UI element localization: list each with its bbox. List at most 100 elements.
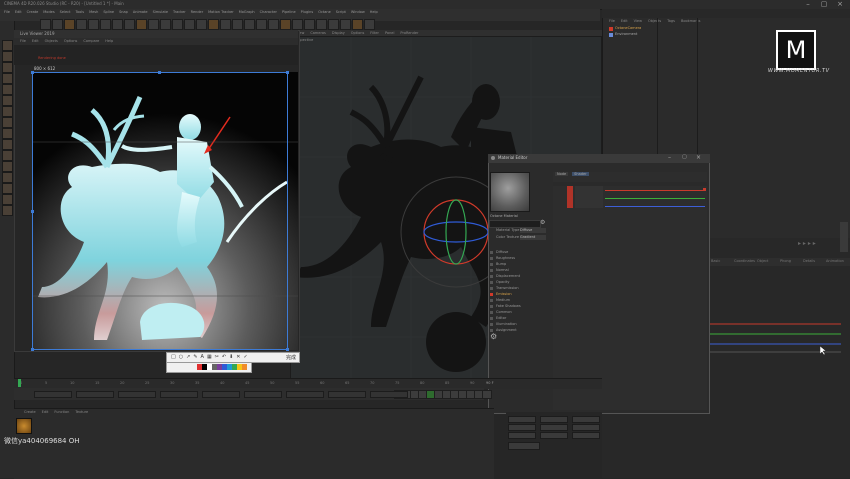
keyframe-tag[interactable] bbox=[76, 391, 114, 398]
close-button[interactable]: × bbox=[832, 0, 848, 9]
channel-item[interactable]: Roughness bbox=[496, 256, 515, 260]
material-preview[interactable] bbox=[490, 172, 530, 212]
toolbar-button[interactable] bbox=[100, 19, 111, 30]
keyframe-tag[interactable] bbox=[286, 391, 324, 398]
toolbar-button[interactable] bbox=[268, 19, 279, 30]
render-menu-item[interactable]: Objects bbox=[45, 39, 58, 43]
render-menu-item[interactable]: File bbox=[20, 39, 26, 43]
om-menu-item[interactable]: File bbox=[609, 19, 615, 23]
screenshot-tool-icon[interactable]: ✎ bbox=[193, 354, 197, 360]
channel-checkbox[interactable] bbox=[490, 317, 493, 320]
screenshot-tool-icon[interactable]: A bbox=[201, 354, 204, 360]
viewport-menu-item[interactable]: ProRender bbox=[400, 31, 418, 35]
toolbar-button[interactable] bbox=[160, 19, 171, 30]
selection-box[interactable] bbox=[32, 72, 288, 350]
minimize-button[interactable]: – bbox=[800, 0, 816, 9]
toolbar-button[interactable] bbox=[316, 19, 327, 30]
channel-item[interactable]: Displacement bbox=[496, 274, 520, 278]
menu-item[interactable]: Octane bbox=[318, 10, 331, 14]
done-button[interactable]: 完成 bbox=[286, 354, 296, 361]
menu-item[interactable]: Script bbox=[336, 10, 346, 14]
render-menu-item[interactable]: Compare bbox=[83, 39, 99, 43]
scrollbar[interactable] bbox=[840, 222, 848, 252]
side-tool-button[interactable] bbox=[2, 161, 13, 172]
material-name-field[interactable] bbox=[489, 220, 541, 228]
menu-item[interactable]: Mesh bbox=[89, 10, 98, 14]
color-swatch[interactable] bbox=[242, 364, 247, 370]
side-tool-button[interactable] bbox=[2, 51, 13, 62]
menu-item[interactable]: Help bbox=[370, 10, 378, 14]
menu-item[interactable]: Render bbox=[191, 10, 203, 14]
screenshot-tool-icon[interactable]: ○ bbox=[179, 354, 183, 360]
toolbar-button[interactable] bbox=[232, 19, 243, 30]
channel-checkbox[interactable] bbox=[490, 299, 493, 302]
menu-item[interactable]: Simulate bbox=[153, 10, 168, 14]
channel-checkbox[interactable] bbox=[490, 293, 493, 296]
maximize-icon[interactable]: ▢ bbox=[682, 154, 687, 160]
coordinate-field[interactable] bbox=[572, 424, 600, 431]
keyframe-tag[interactable] bbox=[370, 391, 408, 398]
channel-item[interactable]: Fake Shadows bbox=[496, 304, 521, 308]
keyframe-tag[interactable] bbox=[328, 391, 366, 398]
toolbar-button[interactable] bbox=[172, 19, 183, 30]
toolbar-button[interactable] bbox=[184, 19, 195, 30]
toolbar-button[interactable] bbox=[40, 19, 51, 30]
attribute-tab[interactable]: Details bbox=[803, 259, 815, 263]
selection-handle[interactable] bbox=[158, 71, 161, 74]
coordinate-field[interactable] bbox=[540, 416, 568, 423]
channel-checkbox[interactable] bbox=[490, 269, 493, 272]
render-menu-item[interactable]: Edit bbox=[32, 39, 39, 43]
menu-item[interactable]: Spline bbox=[103, 10, 114, 14]
screenshot-tool-icon[interactable]: ⬇ bbox=[229, 354, 233, 360]
field-value[interactable]: Diffuse bbox=[520, 228, 546, 233]
side-tool-button[interactable] bbox=[2, 194, 13, 205]
render-menu-item[interactable]: Help bbox=[105, 39, 113, 43]
channel-checkbox[interactable] bbox=[490, 275, 493, 278]
channel-item[interactable]: Normal bbox=[496, 268, 509, 272]
screenshot-tool-icon[interactable]: ✓ bbox=[243, 354, 247, 360]
channel-item[interactable]: Editor bbox=[496, 316, 506, 320]
toolbar-button[interactable] bbox=[196, 19, 207, 30]
side-tool-button[interactable] bbox=[2, 106, 13, 117]
toolbar-button[interactable] bbox=[52, 19, 63, 30]
side-tool-button[interactable] bbox=[2, 117, 13, 128]
toolbar-button[interactable] bbox=[304, 19, 315, 30]
editor-tab[interactable]: Shader bbox=[572, 172, 589, 176]
menu-item[interactable]: Tools bbox=[75, 10, 84, 14]
coordinate-field[interactable] bbox=[572, 416, 600, 423]
gear-icon[interactable]: ⚙ bbox=[540, 220, 546, 226]
channel-checkbox[interactable] bbox=[490, 323, 493, 326]
apply-button[interactable] bbox=[508, 442, 540, 450]
channel-checkbox[interactable] bbox=[490, 257, 493, 260]
material-name[interactable]: Octane Material bbox=[490, 214, 518, 218]
menu-item[interactable]: Edit bbox=[15, 10, 22, 14]
menu-item[interactable]: Pipeline bbox=[282, 10, 296, 14]
toolbar-button[interactable] bbox=[208, 19, 219, 30]
viewport-menu-item[interactable]: Filter bbox=[370, 31, 379, 35]
transport-button[interactable] bbox=[482, 390, 492, 399]
gradient-node[interactable] bbox=[575, 186, 603, 208]
om-item[interactable]: Environment bbox=[615, 32, 637, 36]
selection-handle[interactable] bbox=[286, 348, 289, 351]
material-manager-tab[interactable]: Edit bbox=[42, 410, 49, 414]
coordinate-field[interactable] bbox=[508, 424, 536, 431]
toolbar-button[interactable] bbox=[364, 19, 375, 30]
toolbar-button[interactable] bbox=[256, 19, 267, 30]
keyframe-tag[interactable] bbox=[202, 391, 240, 398]
om-menu-item[interactable]: Objects bbox=[648, 19, 661, 23]
viewport-menu-item[interactable]: Display bbox=[332, 31, 345, 35]
menu-item[interactable]: Tracker bbox=[173, 10, 186, 14]
channel-item[interactable]: Assignment bbox=[496, 328, 517, 332]
menu-item[interactable]: MoGraph bbox=[239, 10, 255, 14]
om-item[interactable]: OctaneCamera bbox=[615, 26, 641, 30]
material-manager-tab[interactable]: Create bbox=[24, 410, 36, 414]
side-tool-button[interactable] bbox=[2, 150, 13, 161]
attribute-tab[interactable]: Object bbox=[757, 259, 768, 263]
side-tool-button[interactable] bbox=[2, 172, 13, 183]
material-manager-tab[interactable]: Function bbox=[54, 410, 69, 414]
toolbar-button[interactable] bbox=[112, 19, 123, 30]
channel-checkbox[interactable] bbox=[490, 287, 493, 290]
channel-checkbox[interactable] bbox=[490, 311, 493, 314]
screenshot-tool-icon[interactable]: ↶ bbox=[222, 354, 226, 360]
material-thumbnail[interactable] bbox=[16, 418, 32, 434]
